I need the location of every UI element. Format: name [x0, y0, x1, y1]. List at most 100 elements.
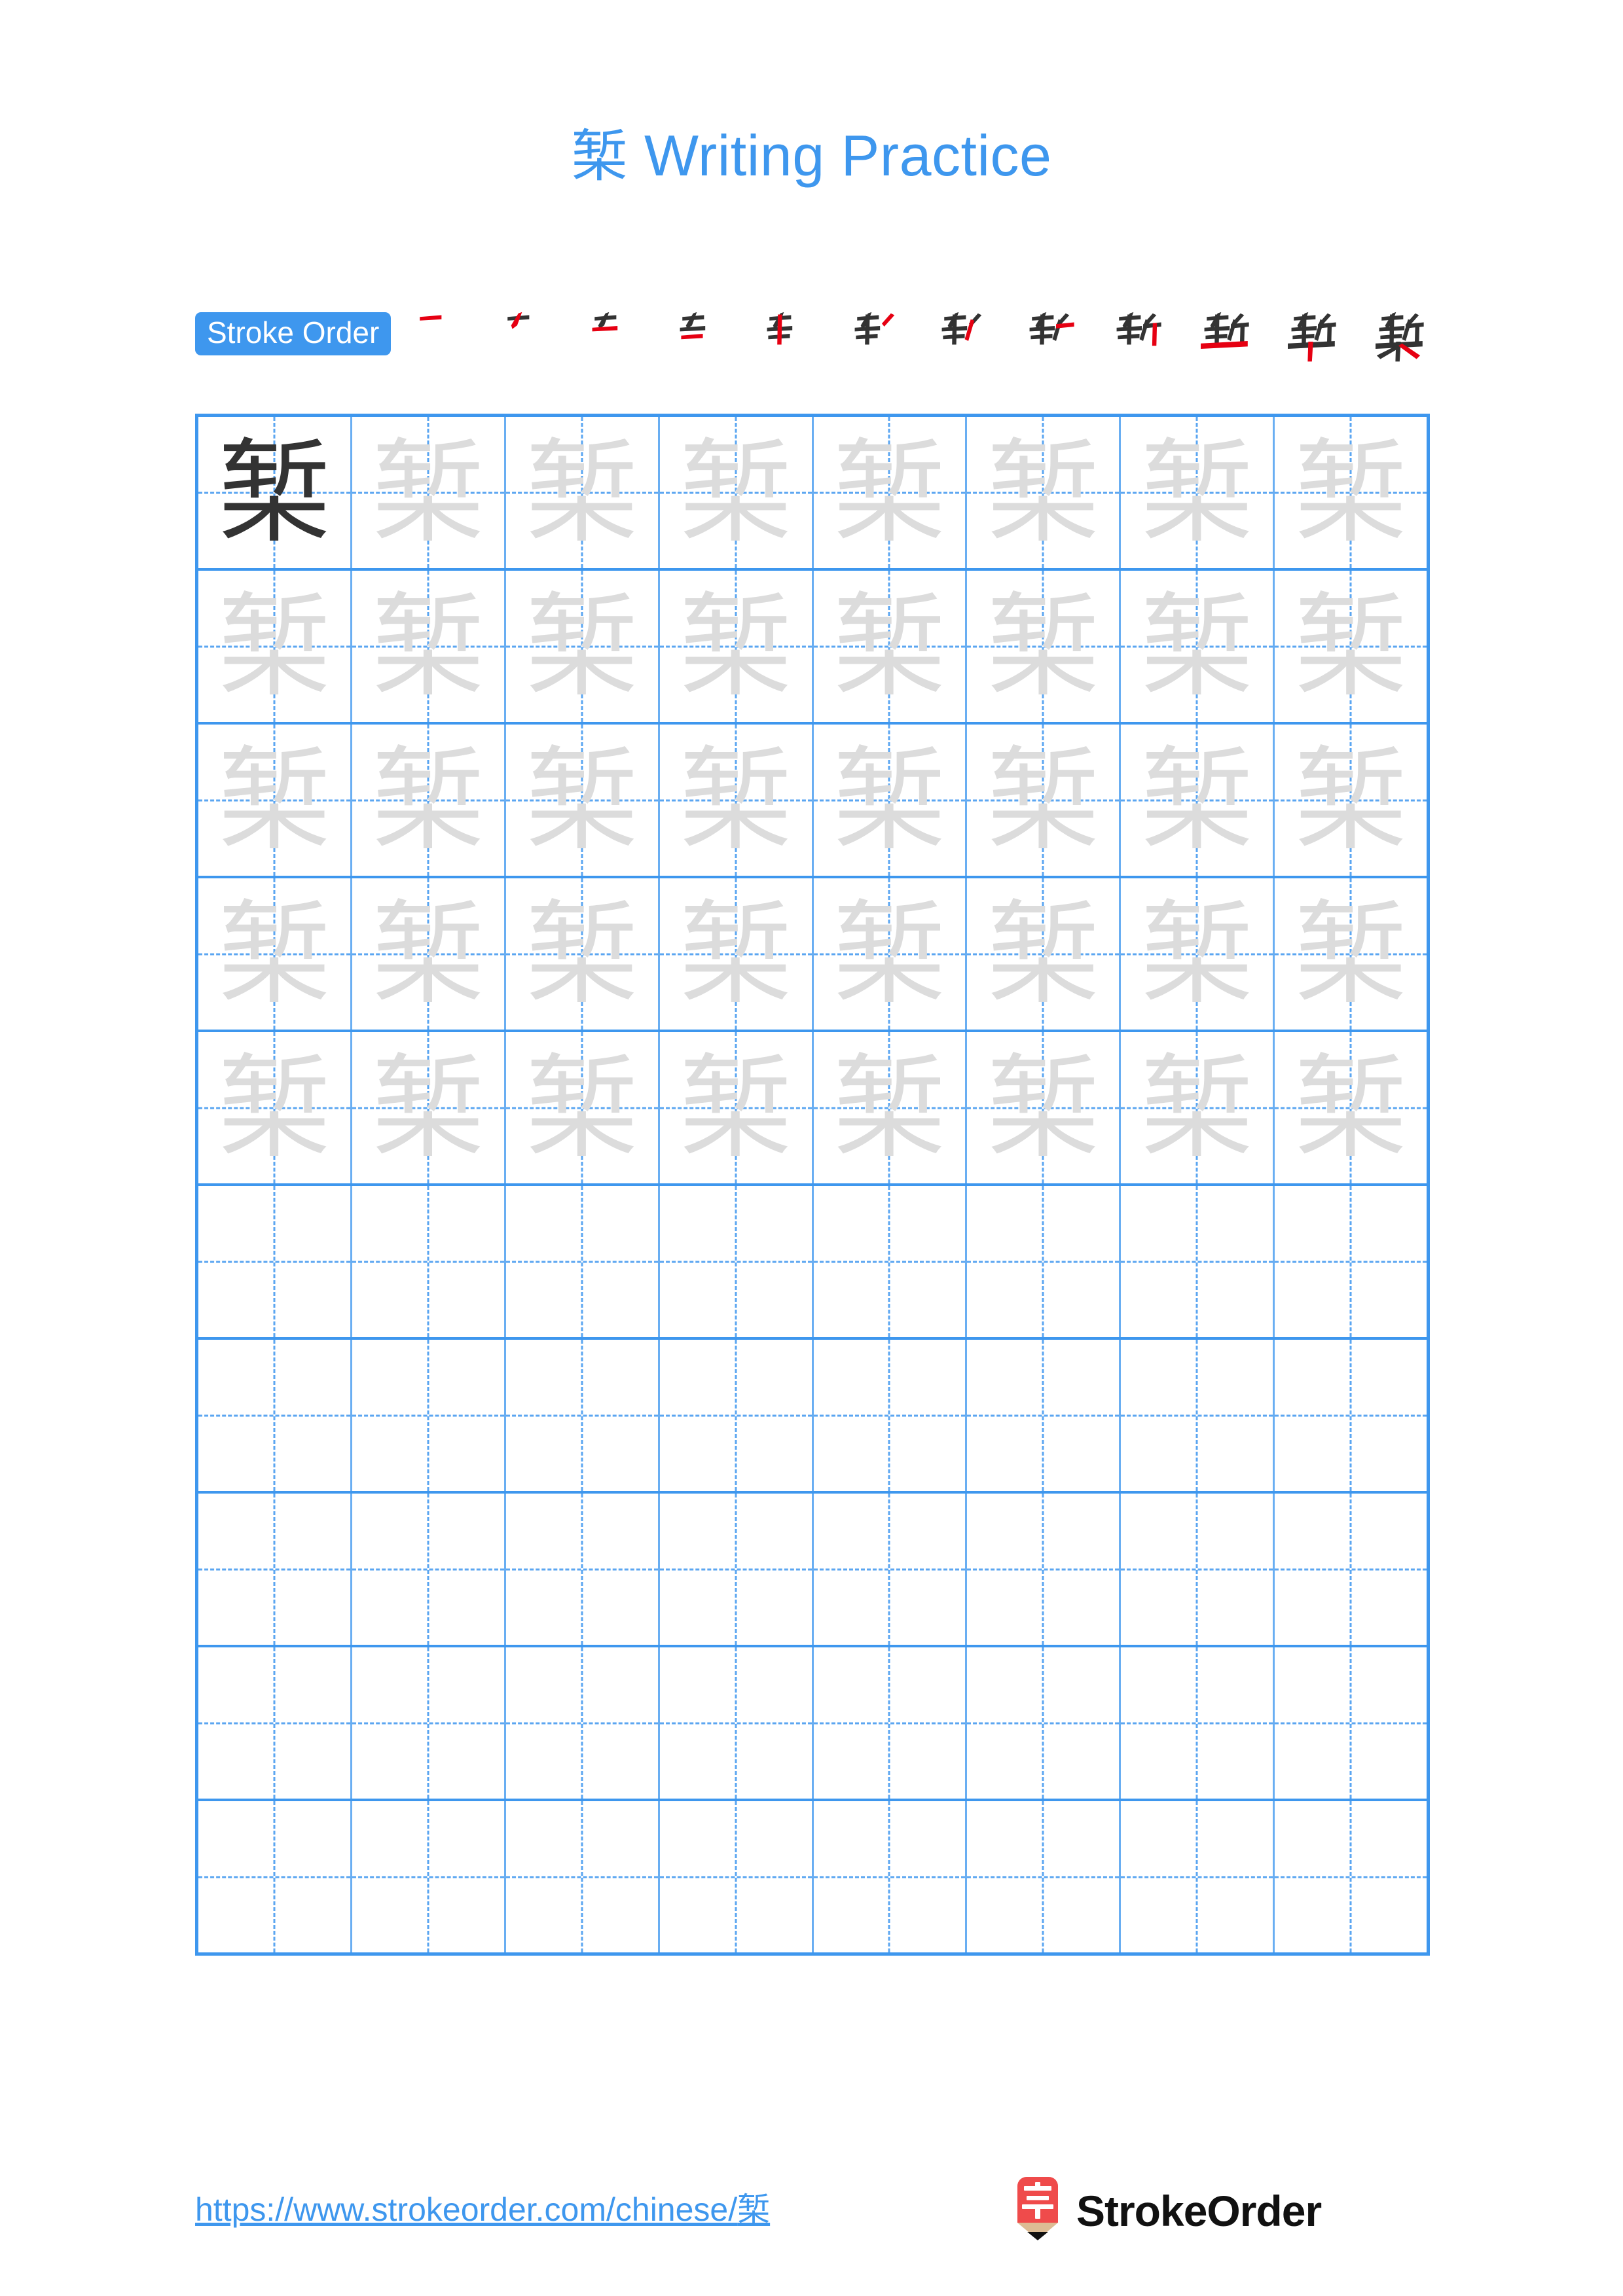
practice-cell[interactable]: 椠	[1275, 571, 1427, 722]
practice-cell[interactable]: 椠	[814, 417, 968, 568]
practice-cell[interactable]	[967, 1801, 1122, 1952]
practice-cell[interactable]: 椠	[506, 571, 660, 722]
practice-cell[interactable]	[660, 1801, 814, 1952]
tracing-character: 椠	[679, 888, 792, 1020]
practice-cell[interactable]: 椠	[198, 878, 352, 1030]
practice-cell[interactable]	[506, 1801, 660, 1952]
practice-cell[interactable]: 椠	[814, 571, 968, 722]
practice-cell[interactable]	[352, 1186, 506, 1337]
practice-cell[interactable]: 椠	[967, 1032, 1122, 1183]
source-url-character: 椠	[737, 2191, 771, 2229]
practice-cell[interactable]	[198, 1186, 352, 1337]
practice-cell[interactable]	[352, 1340, 506, 1491]
practice-cell[interactable]: 椠	[198, 417, 352, 568]
practice-cell[interactable]	[967, 1647, 1122, 1799]
practice-cell[interactable]	[1275, 1801, 1427, 1952]
practice-cell[interactable]: 椠	[506, 725, 660, 876]
practice-cell[interactable]: 椠	[660, 417, 814, 568]
practice-cell[interactable]: 椠	[198, 1032, 352, 1183]
stroke-step-5: 车丿	[752, 302, 820, 365]
tracing-character: 椠	[217, 1041, 331, 1174]
tracing-character: 椠	[525, 1041, 638, 1174]
practice-grid-row: 椠椠椠椠椠椠椠椠	[198, 1032, 1427, 1186]
practice-cell[interactable]: 椠	[1121, 878, 1275, 1030]
practice-cell[interactable]: 椠	[814, 725, 968, 876]
practice-cell[interactable]	[1275, 1186, 1427, 1337]
tracing-character: 椠	[1294, 1041, 1408, 1174]
tracing-character: 椠	[833, 426, 946, 558]
practice-cell[interactable]	[660, 1494, 814, 1645]
practice-cell[interactable]: 椠	[352, 1032, 506, 1183]
practice-cell[interactable]: 椠	[967, 571, 1122, 722]
practice-cell[interactable]	[506, 1186, 660, 1337]
practice-cell[interactable]: 椠	[1121, 725, 1275, 876]
practice-cell[interactable]	[814, 1647, 968, 1799]
practice-cell[interactable]	[1121, 1647, 1275, 1799]
practice-cell[interactable]: 椠	[506, 878, 660, 1030]
practice-cell[interactable]: 椠	[660, 571, 814, 722]
tracing-character: 椠	[1294, 580, 1408, 712]
practice-cell[interactable]: 椠	[1121, 417, 1275, 568]
practice-grid-row	[198, 1186, 1427, 1340]
practice-cell[interactable]: 椠	[198, 571, 352, 722]
practice-grid: 椠椠椠椠椠椠椠椠椠椠椠椠椠椠椠椠椠椠椠椠椠椠椠椠椠椠椠椠椠椠椠椠椠椠椠椠椠椠椠椠	[195, 414, 1430, 1956]
tracing-character: 椠	[525, 888, 638, 1020]
practice-cell[interactable]: 椠	[814, 878, 968, 1030]
practice-cell[interactable]: 椠	[506, 1032, 660, 1183]
practice-cell[interactable]: 椠	[1275, 1032, 1427, 1183]
practice-cell[interactable]	[1275, 1647, 1427, 1799]
practice-cell[interactable]	[967, 1340, 1122, 1491]
practice-cell[interactable]: 椠	[506, 417, 660, 568]
tracing-character: 椠	[987, 580, 1100, 712]
practice-cell[interactable]	[198, 1494, 352, 1645]
practice-cell[interactable]: 椠	[660, 725, 814, 876]
practice-cell[interactable]: 椠	[1275, 878, 1427, 1030]
tracing-character: 椠	[833, 580, 946, 712]
practice-cell[interactable]: 椠	[352, 417, 506, 568]
practice-cell[interactable]	[352, 1647, 506, 1799]
practice-cell[interactable]	[1275, 1340, 1427, 1491]
practice-cell[interactable]	[814, 1801, 968, 1952]
practice-cell[interactable]	[198, 1801, 352, 1952]
practice-cell[interactable]	[198, 1340, 352, 1491]
practice-cell[interactable]	[352, 1494, 506, 1645]
practice-cell[interactable]: 椠	[660, 878, 814, 1030]
practice-cell[interactable]: 椠	[1275, 417, 1427, 568]
practice-cell[interactable]: 椠	[814, 1032, 968, 1183]
practice-cell[interactable]	[967, 1494, 1122, 1645]
practice-cell[interactable]	[506, 1647, 660, 1799]
practice-grid-row	[198, 1494, 1427, 1647]
practice-cell[interactable]	[660, 1647, 814, 1799]
practice-cell[interactable]	[1121, 1340, 1275, 1491]
practice-cell[interactable]	[506, 1494, 660, 1645]
practice-cell[interactable]	[814, 1494, 968, 1645]
practice-cell[interactable]: 椠	[1121, 1032, 1275, 1183]
page-title-character: 椠	[571, 124, 628, 189]
practice-cell[interactable]: 椠	[352, 725, 506, 876]
practice-cell[interactable]	[660, 1186, 814, 1337]
practice-cell[interactable]	[1275, 1494, 1427, 1645]
practice-cell[interactable]	[198, 1647, 352, 1799]
practice-cell[interactable]	[660, 1340, 814, 1491]
practice-cell[interactable]	[1121, 1801, 1275, 1952]
practice-cell[interactable]	[814, 1340, 968, 1491]
practice-cell[interactable]: 椠	[967, 417, 1122, 568]
practice-cell[interactable]: 椠	[660, 1032, 814, 1183]
practice-cell[interactable]: 椠	[967, 878, 1122, 1030]
practice-cell[interactable]: 椠	[352, 878, 506, 1030]
practice-cell[interactable]: 椠	[1275, 725, 1427, 876]
practice-cell[interactable]	[352, 1801, 506, 1952]
practice-cell[interactable]	[814, 1186, 968, 1337]
practice-cell[interactable]: 椠	[967, 725, 1122, 876]
practice-cell[interactable]	[1121, 1186, 1275, 1337]
practice-grid-row	[198, 1801, 1427, 1952]
practice-cell[interactable]: 椠	[352, 571, 506, 722]
page-footer: https://www.strokeorder.com/chinese/椠 St…	[0, 2172, 1623, 2257]
practice-cell[interactable]	[506, 1340, 660, 1491]
practice-cell[interactable]	[967, 1186, 1122, 1337]
source-url-link[interactable]: https://www.strokeorder.com/chinese/椠	[195, 2183, 770, 2231]
brand-logo-group: StrokeOrder	[1013, 2172, 1322, 2250]
practice-cell[interactable]: 椠	[198, 725, 352, 876]
practice-cell[interactable]	[1121, 1494, 1275, 1645]
practice-cell[interactable]: 椠	[1121, 571, 1275, 722]
